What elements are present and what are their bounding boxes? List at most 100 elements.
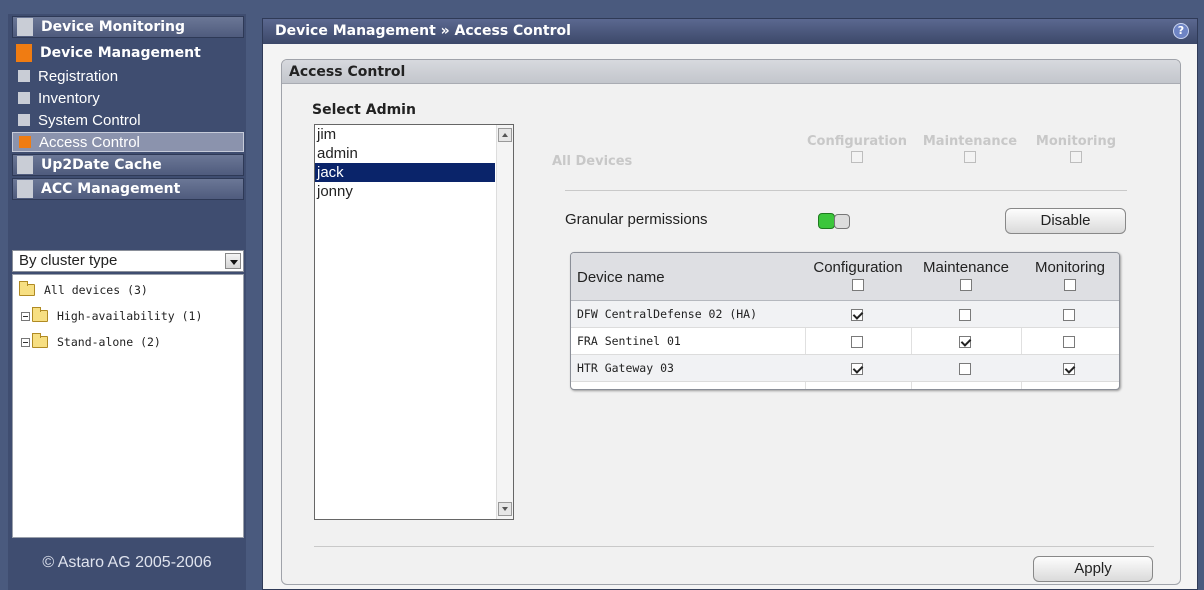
nav-square-icon [17,156,33,174]
tree-label: High-availability (1) [57,309,203,323]
admin-item-jim[interactable]: jim [315,125,495,144]
col-label: Maintenance [922,134,1018,149]
monitoring-select-all-checkbox[interactable] [1064,279,1076,292]
header-monitoring: Monitoring [1021,259,1119,293]
all-devices-label: All Devices [552,154,633,169]
admin-item-admin[interactable]: admin [315,144,495,163]
table-body: DFW CentralDefense 02 (HA) FRA Sentinel 0… [571,301,1119,382]
all-maintenance-checkbox [964,150,976,163]
nav-up2date-cache[interactable]: Up2Date Cache [12,154,244,176]
nav-access-control[interactable]: Access Control [12,132,244,152]
monitoring-checkbox[interactable] [1063,362,1075,375]
all-configuration-checkbox [851,150,863,163]
all-monitoring-header: Monitoring [1026,134,1126,164]
header-maintenance: Maintenance [911,259,1021,293]
maint-cell [959,355,971,382]
nav-label: Access Control [39,133,140,151]
main-content: Device Management » Access Control ? Acc… [262,18,1198,590]
col-label: Configuration [807,134,907,149]
configuration-checkbox[interactable] [851,335,863,348]
nav-label: Device Monitoring [41,19,186,35]
nav-device-monitoring[interactable]: Device Monitoring [12,16,244,38]
col-label: Maintenance [923,259,1009,276]
tree-item-stand-alone[interactable]: Stand-alone (2) [21,333,161,349]
divider [565,190,1127,191]
nav-system-control[interactable]: System Control [12,110,244,130]
folder-icon [32,307,48,322]
monitor-cell [1063,355,1075,382]
disable-button[interactable]: Disable [1005,208,1126,234]
maintenance-select-all-checkbox[interactable] [960,279,972,292]
table-row: FRA Sentinel 01 [571,328,1119,355]
config-cell [851,301,863,328]
monitor-cell [1063,328,1075,355]
collapse-icon[interactable] [21,337,30,347]
nav-label: Up2Date Cache [41,157,162,173]
scroll-up-icon[interactable] [498,128,512,142]
admin-item-jack[interactable]: jack [315,163,495,182]
collapse-icon[interactable] [21,311,30,321]
panel-title: Access Control [282,60,1180,84]
nav-inventory[interactable]: Inventory [12,88,244,108]
nav-registration[interactable]: Registration [12,66,244,86]
maintenance-checkbox[interactable] [959,335,971,348]
nav-square-icon [18,70,30,82]
tree-item-all-devices[interactable]: All devices (3) [19,281,148,297]
table-header: Device name Configuration Maintenance Mo… [571,253,1119,301]
admin-item-jonny[interactable]: jonny [315,182,495,201]
apply-button[interactable]: Apply [1033,556,1153,582]
col-label: Configuration [813,259,903,276]
config-cell [851,328,863,355]
monitoring-checkbox[interactable] [1063,335,1075,348]
help-icon[interactable]: ? [1173,23,1189,39]
sidebar: Device Monitoring Device Management Regi… [8,14,246,590]
granular-permissions-toggle[interactable] [818,213,852,229]
dropdown-arrow-icon[interactable] [225,253,241,269]
header-configuration: Configuration [805,259,911,293]
maintenance-checkbox[interactable] [959,362,971,375]
configuration-checkbox[interactable] [851,362,863,375]
maintenance-checkbox[interactable] [959,308,971,321]
breadcrumb: Device Management » Access Control [275,23,571,39]
nav-label: Inventory [38,89,100,107]
maint-cell [959,301,971,328]
col-label: Monitoring [1035,134,1117,149]
all-configuration-header: Configuration [800,134,914,164]
table-row: DFW CentralDefense 02 (HA) [571,301,1119,328]
nav-square-icon [17,18,33,36]
granular-permissions-label: Granular permissions [565,211,708,228]
toggle-on-indicator [818,213,835,229]
admin-listbox[interactable]: jim admin jack jonny [314,124,514,520]
nav-label: System Control [38,111,141,129]
device-name-cell: FRA Sentinel 01 [577,334,681,348]
device-tree: All devices (3) High-availability (1) St… [12,274,244,538]
divider [314,546,1154,547]
nav-label: Registration [38,67,119,85]
device-name-cell: DFW CentralDefense 02 (HA) [577,307,758,321]
all-maintenance-header: Maintenance [914,134,1026,164]
table-row: HTR Gateway 03 [571,355,1119,382]
device-permissions-table: Device name Configuration Maintenance Mo… [570,252,1120,390]
configuration-checkbox[interactable] [851,308,863,321]
configuration-select-all-checkbox[interactable] [852,279,864,292]
nav-square-icon [18,114,30,126]
config-cell [851,355,863,382]
col-label: Monitoring [1034,259,1106,276]
header-device-name: Device name [577,269,665,286]
nav-square-icon [17,180,33,198]
cluster-type-select[interactable]: By cluster type [12,250,244,272]
tree-item-high-availability[interactable]: High-availability (1) [21,307,203,323]
monitor-cell [1063,301,1075,328]
admin-list-scrollbar[interactable] [496,125,513,519]
all-monitoring-checkbox [1070,150,1082,163]
nav-active-square-icon [16,44,32,62]
maint-cell [959,328,971,355]
tree-label: Stand-alone (2) [57,335,161,349]
nav-device-management[interactable]: Device Management [12,42,244,64]
select-admin-label: Select Admin [312,102,416,118]
toggle-off-indicator [834,214,850,229]
scroll-down-icon[interactable] [498,502,512,516]
nav-acc-management[interactable]: ACC Management [12,178,244,200]
tree-label: All devices (3) [44,283,148,297]
monitoring-checkbox[interactable] [1063,308,1075,321]
